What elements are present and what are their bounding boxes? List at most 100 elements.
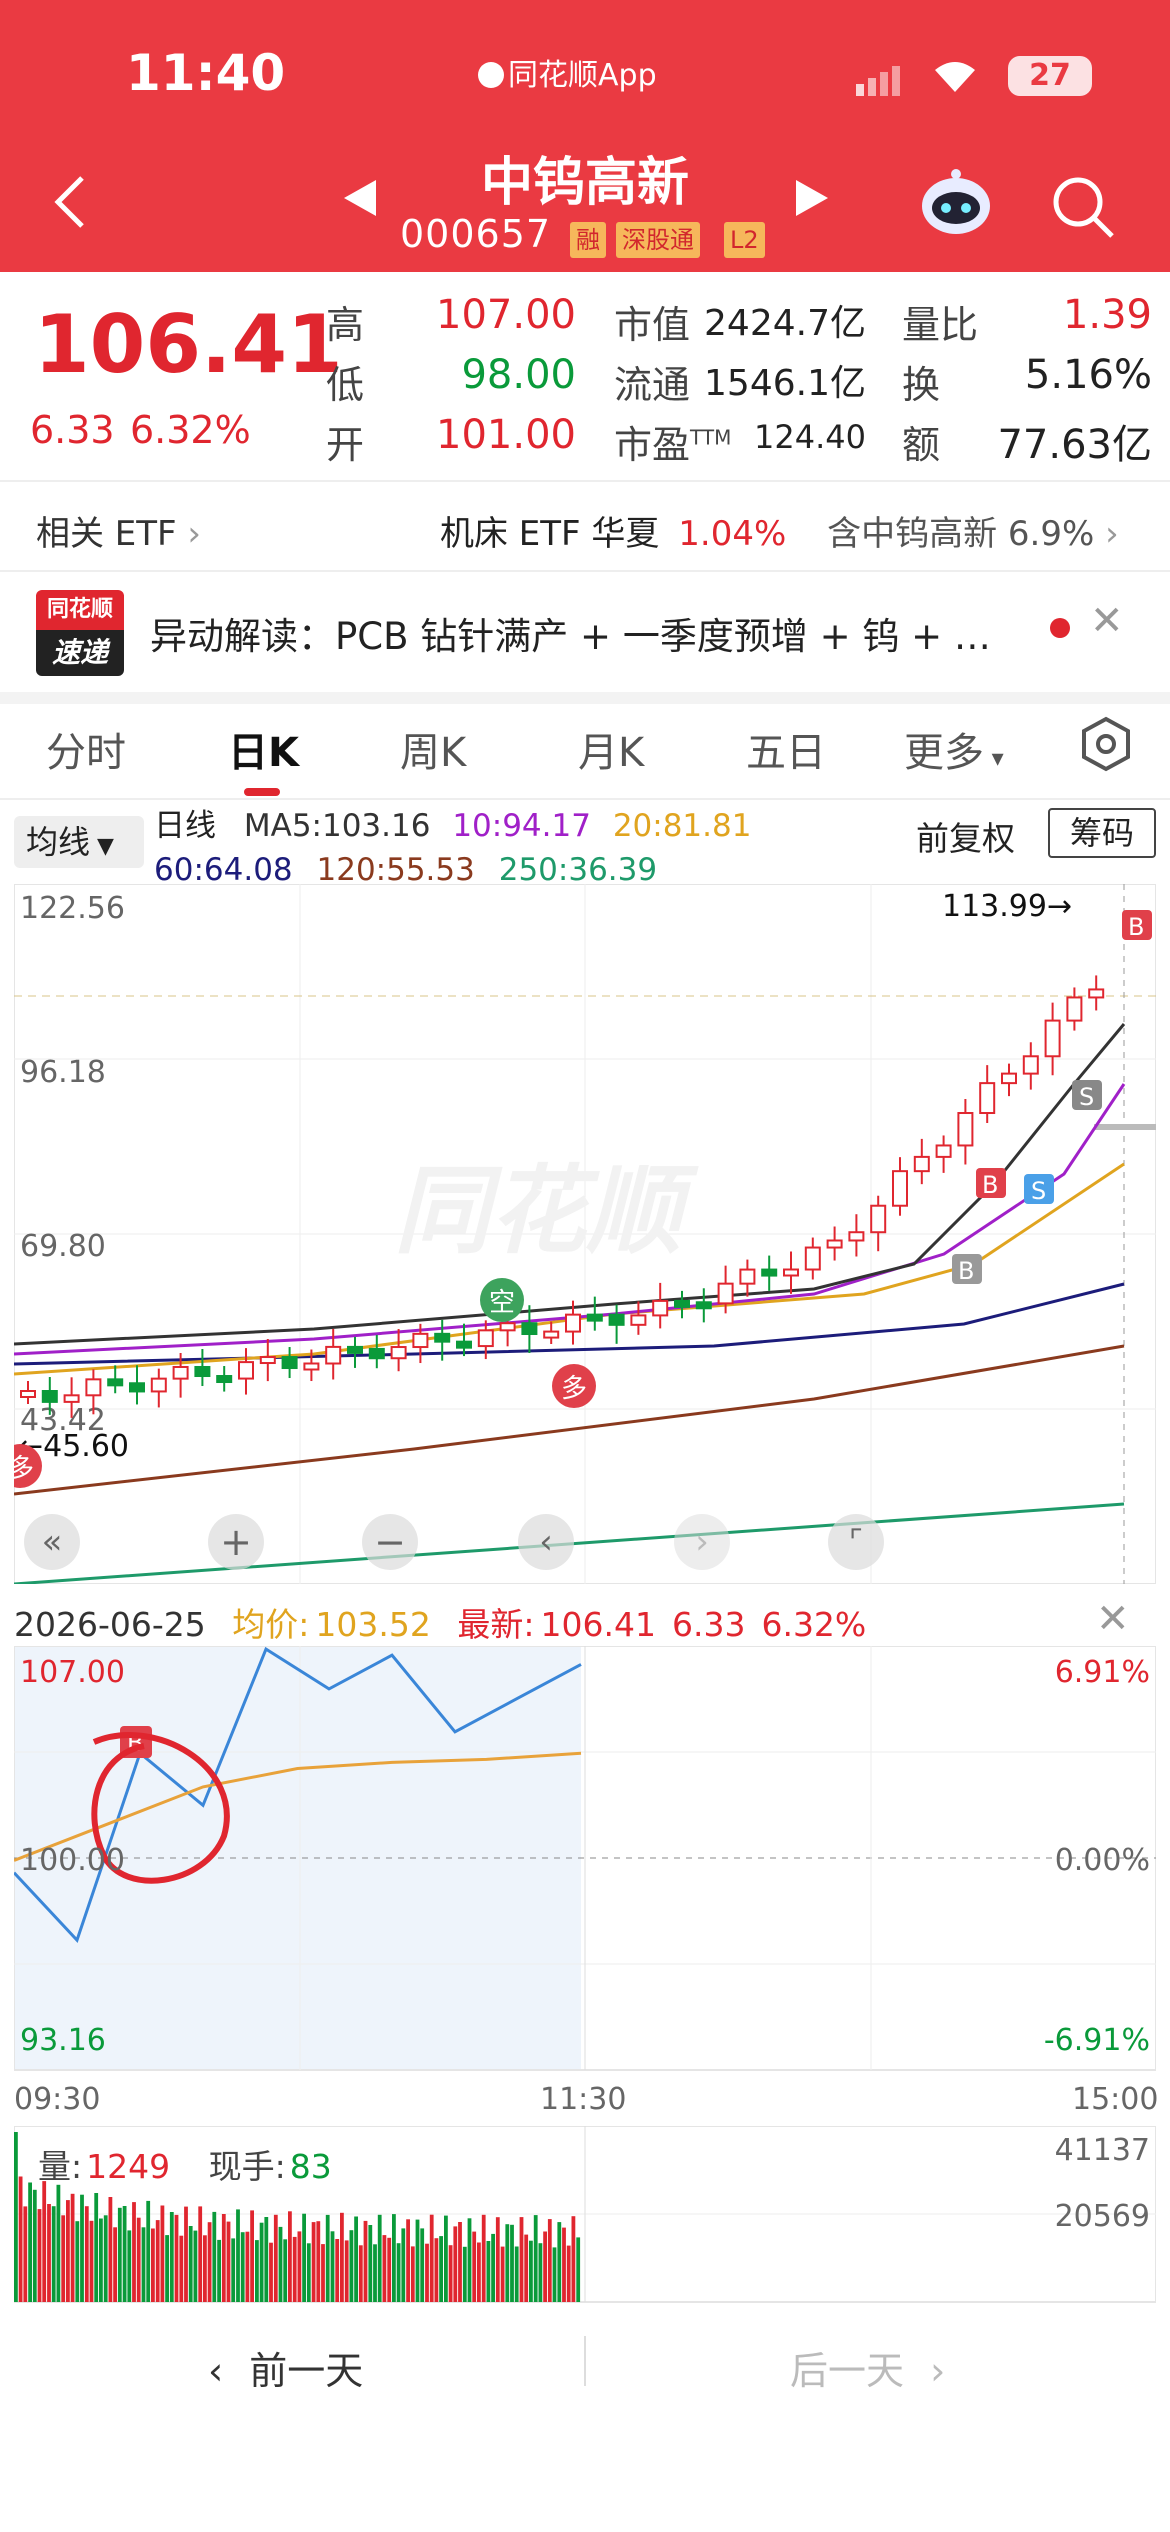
vol-ratio-value: 1.39: [1062, 292, 1152, 338]
volume-bar: [42, 2181, 47, 2302]
volume-bar: [37, 2209, 42, 2302]
ma120-label: 120:55.53: [316, 852, 475, 888]
caret-down-icon: ▾: [984, 744, 1004, 772]
volume-bar: [283, 2239, 288, 2302]
chip-button[interactable]: 筹码: [1048, 808, 1156, 858]
candle-body: [848, 1231, 865, 1242]
volume-bar: [141, 2227, 146, 2302]
open-label: 开: [326, 423, 365, 467]
candle-body: [194, 1365, 211, 1378]
volume-bar: [94, 2193, 99, 2302]
news-text[interactable]: 异动解读：PCB 钻针满产 + 一季度预增 + 钨 + …: [150, 606, 1030, 660]
candle-body: [630, 1314, 647, 1326]
volume-bar: [510, 2224, 514, 2302]
volume-bar: [557, 2222, 562, 2302]
volume-bar: [155, 2220, 160, 2302]
volume-bar: [207, 2222, 212, 2302]
scroll-right-icon[interactable]: ›: [674, 1514, 730, 1570]
volume-bar: [571, 2216, 576, 2302]
candle-body: [85, 1378, 102, 1397]
candle-body: [477, 1329, 494, 1348]
volume-bar: [146, 2200, 151, 2302]
candle-body: [238, 1361, 254, 1380]
app-logo-icon: [478, 62, 504, 88]
tab-daily-k[interactable]: 日K: [228, 720, 299, 778]
tab-five-day[interactable]: 五日: [746, 720, 826, 778]
volume-bar: [368, 2225, 373, 2302]
zoom-in-icon[interactable]: +: [208, 1514, 264, 1570]
volume-bar: [14, 2132, 18, 2302]
volume-bar: [420, 2228, 425, 2302]
volume-bar: [401, 2228, 406, 2302]
volume-bar: [292, 2236, 297, 2302]
time-label-noon: 11:30: [540, 2082, 627, 2117]
tab-weekly-k[interactable]: 周K: [400, 720, 466, 778]
prev-day-button[interactable]: ‹ 前一天: [208, 2340, 363, 2395]
intraday-close-icon[interactable]: ✕: [1096, 1596, 1130, 1642]
volume-bar: [240, 2232, 245, 2302]
candle-body: [259, 1356, 276, 1365]
volume-bar: [576, 2237, 581, 2302]
y-tick-2: 96.18: [20, 1055, 106, 1090]
search-icon[interactable]: [1050, 174, 1116, 244]
candle-body: [913, 1155, 930, 1173]
volume-bar: [552, 2247, 557, 2302]
pe-value: 124.40: [754, 418, 866, 456]
candle-body: [586, 1313, 603, 1322]
volume-bar: [47, 2204, 51, 2302]
candle-body: [303, 1362, 320, 1371]
volume-bar: [99, 2218, 103, 2302]
duo-marker-2-label: 多: [14, 1454, 34, 1484]
adjust-mode-button[interactable]: 前复权: [916, 812, 1015, 860]
related-etf-link[interactable]: 相关 ETF ›: [36, 506, 201, 555]
volume-bar: [500, 2246, 505, 2302]
tab-more[interactable]: 更多 ▾: [904, 720, 1004, 778]
intraday-chart[interactable]: B 107.00 100.00 93.16 6.91% 0.00% -6.91%: [12, 1645, 1157, 2076]
price-pointer-bar: [1094, 1124, 1156, 1130]
settings-hexagon-icon[interactable]: [1078, 716, 1134, 776]
volume-bar: [547, 2219, 552, 2302]
next-day-button[interactable]: 后一天 ›: [790, 2340, 945, 2395]
fullscreen-icon[interactable]: ⌜: [828, 1514, 884, 1570]
zoom-out-icon[interactable]: −: [362, 1514, 418, 1570]
tab-monthly-k[interactable]: 月K: [578, 720, 644, 778]
s-marker-2-label: S: [1079, 1083, 1094, 1111]
volume-bar: [269, 2242, 273, 2302]
candle-body: [107, 1378, 124, 1387]
tab-intraday[interactable]: 分时: [46, 720, 126, 778]
b-marker-1-label: B: [982, 1171, 998, 1199]
volume-bar: [132, 2202, 136, 2302]
status-time: 11:40: [126, 44, 286, 102]
intra-y-top: 107.00: [20, 1655, 125, 1690]
home-indicator: [1020, 2486, 1130, 2496]
volume-bar: [306, 2243, 311, 2302]
volume-bar: [165, 2235, 169, 2302]
volume-bar: [203, 2235, 207, 2302]
volume-bar: [311, 2222, 316, 2302]
volume-bar: [566, 2245, 571, 2302]
robot-assistant-icon[interactable]: [918, 168, 994, 242]
volume-bar: [169, 2212, 174, 2302]
amount-label: 额: [902, 423, 941, 467]
kline-svg: 同花顺 122.56 96.18 69.80 43.42 113.99→ ←45…: [0, 883, 1157, 1586]
kline-chart[interactable]: 同花顺 122.56 96.18 69.80 43.42 113.99→ ←45…: [0, 883, 1157, 1586]
intra-pct-bottom: -6.91%: [1044, 2023, 1150, 2058]
ma20-label: 20:81.81: [612, 808, 752, 844]
next-stock-button[interactable]: [792, 176, 832, 230]
chevron-right-icon: ›: [1094, 514, 1119, 554]
volume-bar: [439, 2236, 443, 2302]
news-close-icon[interactable]: ✕: [1090, 598, 1124, 644]
zoom-out-far-icon[interactable]: «: [24, 1514, 80, 1570]
volume-bar: [108, 2197, 113, 2302]
intraday-info: 2026-06-25 均价: 103.52 最新: 106.41 6.33 6.32%: [14, 1598, 866, 1646]
candle-body: [892, 1170, 908, 1207]
volume-bar: [477, 2242, 481, 2302]
etf-item[interactable]: 机床 ETF 华夏 1.04% 含中钨高新 6.9% ›: [440, 506, 1119, 555]
candle-body: [172, 1365, 189, 1380]
scroll-left-icon[interactable]: ‹: [518, 1514, 574, 1570]
volume-bar: [415, 2219, 420, 2302]
indicator-select[interactable]: 均线 ▼: [14, 816, 144, 868]
time-label-open: 09:30: [14, 2082, 101, 2117]
candle-body: [390, 1346, 407, 1360]
volume-bar: [193, 2230, 198, 2302]
